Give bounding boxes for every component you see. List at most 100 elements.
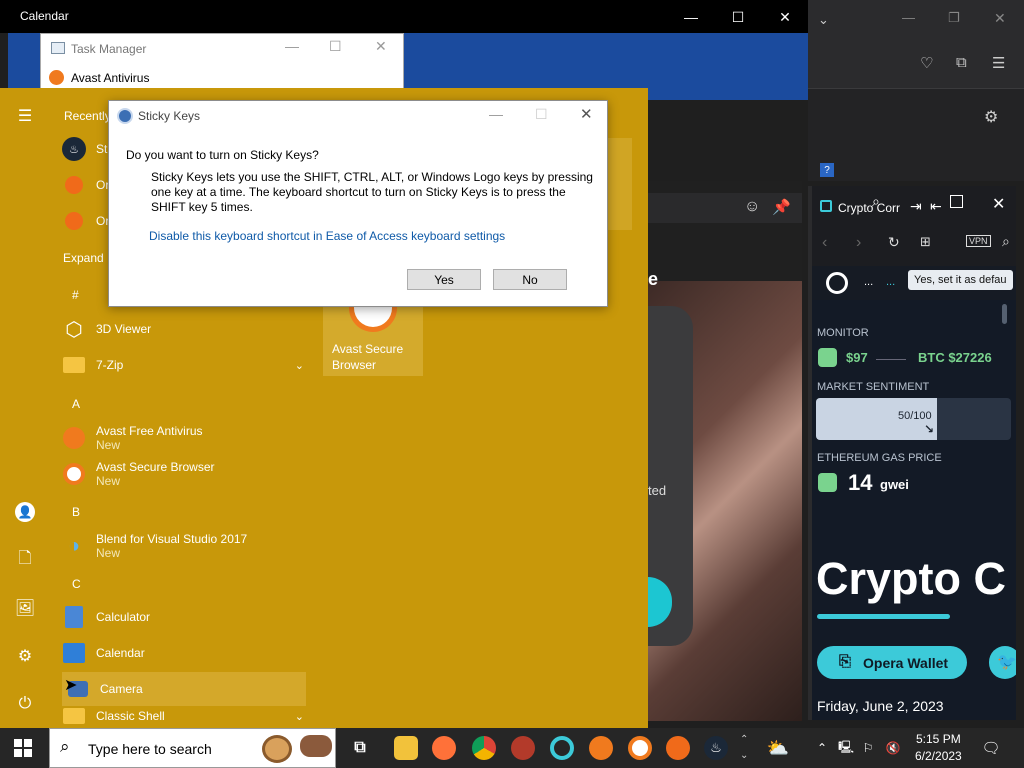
tile-label-line1: Avast Secure xyxy=(332,342,404,356)
task-manager-item[interactable]: Avast Antivirus xyxy=(71,71,149,85)
calendar-minimize-button[interactable]: — xyxy=(668,4,714,30)
yes-button[interactable]: Yes xyxy=(407,269,481,290)
calendar-icon xyxy=(62,641,86,665)
new-badge: New xyxy=(96,546,121,560)
app-camera[interactable]: Camera xyxy=(62,672,306,706)
app-calculator[interactable]: Calculator xyxy=(62,600,312,634)
emoji-icon[interactable]: ☺ xyxy=(744,198,760,216)
crypto-header: Crypto Corr ⌕ ⇥ ⇤ ✕ xyxy=(812,186,1016,222)
letter-header-a[interactable]: A xyxy=(72,397,80,411)
set-default-button[interactable]: Yes, set it as defau xyxy=(908,270,1013,290)
app-classic-shell[interactable]: Classic Shell ⌄ xyxy=(62,704,304,728)
app-blend[interactable]: ◑ Blend for Visual Studio 2017 New xyxy=(62,526,312,566)
windows-start-button[interactable] xyxy=(14,739,32,757)
tray-overflow-icon[interactable]: ⌃ xyxy=(814,728,830,768)
settings-gear-icon[interactable]: ⚙ xyxy=(984,107,998,127)
restore-icon[interactable]: ❐ xyxy=(948,10,960,26)
hamburger-menu-icon[interactable]: ☰ xyxy=(15,106,35,126)
chevron-down-icon[interactable]: ⌄ xyxy=(818,12,829,28)
avast-icon xyxy=(49,70,64,85)
dialog-minimize-button[interactable]: — xyxy=(489,106,503,122)
tray-device-icon[interactable]: ⚐ xyxy=(860,728,876,768)
minimize-icon[interactable]: — xyxy=(902,10,915,25)
taskbar-clock[interactable]: 5:15 PM 6/2/2023 xyxy=(906,730,970,766)
monitor-label: MONITOR xyxy=(817,327,869,339)
app-calendar[interactable]: Calendar xyxy=(62,636,312,670)
help-icon[interactable]: ? xyxy=(820,163,834,177)
extensions-icon[interactable]: ⧉ xyxy=(956,54,967,71)
chevron-down-icon[interactable]: ⌄ xyxy=(295,710,304,723)
app-3d-viewer[interactable]: ⬡ 3D Viewer xyxy=(62,312,312,346)
reload-icon[interactable]: ↻ xyxy=(888,234,900,251)
task-manager-maximize-button[interactable]: ☐ xyxy=(329,38,342,55)
dialog-close-button[interactable]: ✕ xyxy=(580,105,593,123)
close-icon[interactable]: ✕ xyxy=(994,10,1006,27)
letter-header-c[interactable]: C xyxy=(72,577,81,591)
steam-taskbar-icon[interactable]: ♨ xyxy=(704,736,728,760)
calendar-close-button[interactable]: ✕ xyxy=(762,4,808,30)
ellipsis-2[interactable]: ... xyxy=(886,276,895,288)
calendar-titlebar[interactable]: Calendar — ☐ ✕ xyxy=(0,0,808,33)
back-panel-icon[interactable]: ⇤ xyxy=(930,198,942,215)
task-manager-close-button[interactable]: ✕ xyxy=(375,38,387,55)
tabs-grid-icon[interactable]: ⊞ xyxy=(920,234,931,250)
task-view-icon[interactable]: ⧉ xyxy=(348,736,372,760)
crypto-tab-title[interactable]: Crypto Corr xyxy=(838,201,900,215)
network-icon[interactable]: 🖳 xyxy=(838,728,854,768)
origin-taskbar-icon[interactable] xyxy=(666,736,690,760)
menu-icon[interactable]: ☰ xyxy=(992,54,1005,72)
letter-header-hash[interactable]: # xyxy=(72,288,79,302)
letter-header-b[interactable]: B xyxy=(72,505,80,519)
wallet-icon: ⎘ xyxy=(839,653,852,670)
app-avast-secure-browser[interactable]: Avast Secure Browser New xyxy=(62,454,312,494)
chrome-icon[interactable] xyxy=(472,736,496,760)
opera-address-bar: ☺ 📌 xyxy=(648,193,802,223)
user-account-icon[interactable]: 👤 xyxy=(15,502,35,522)
pictures-icon[interactable]: 🖼 xyxy=(15,598,35,618)
documents-icon[interactable]: 🗋 xyxy=(15,550,35,570)
opera-wallet-button[interactable]: ⎘ Opera Wallet xyxy=(817,646,967,679)
task-manager-window[interactable]: Task Manager — ☐ ✕ Avast Antivirus xyxy=(40,33,404,89)
weather-icon[interactable]: ⛅ xyxy=(766,736,790,760)
avast-taskbar-icon[interactable] xyxy=(589,736,613,760)
calendar-maximize-button[interactable]: ☐ xyxy=(715,4,761,30)
volume-muted-icon[interactable]: 🔇 xyxy=(882,728,904,768)
dialog-maximize-button: ☐ xyxy=(535,106,548,122)
pin-icon[interactable]: 📌 xyxy=(772,198,791,216)
pin-panel-icon[interactable]: ⇥ xyxy=(910,198,922,215)
clock-date: 6/2/2023 xyxy=(915,749,962,763)
search-icon-2[interactable]: ⌕ xyxy=(1002,233,1010,250)
twitter-button[interactable]: 🐦 xyxy=(989,646,1016,679)
notifications-icon[interactable]: 🗨 xyxy=(978,728,1004,768)
disable-shortcut-link[interactable]: Disable this keyboard shortcut in Ease o… xyxy=(149,229,505,243)
opera-gx-icon[interactable] xyxy=(550,736,574,760)
app-avast-free-antivirus[interactable]: Avast Free Antivirus New xyxy=(62,418,312,458)
search-icon[interactable]: ⌕ xyxy=(872,193,880,210)
no-button[interactable]: No xyxy=(493,269,567,290)
maximize-panel-icon[interactable] xyxy=(950,195,963,208)
settings-icon[interactable]: ⚙ xyxy=(15,646,35,666)
opera-main-content: ☺ 📌 e ted xyxy=(648,181,802,721)
firefox-icon[interactable] xyxy=(432,736,456,760)
avast-browser-taskbar-icon[interactable] xyxy=(628,736,652,760)
file-explorer-icon[interactable] xyxy=(394,736,418,760)
forward-arrow-icon[interactable]: › xyxy=(856,234,861,252)
back-arrow-icon[interactable]: ‹ xyxy=(822,234,827,252)
taskbar-search-box[interactable]: ⌕ Type here to search xyxy=(49,728,336,768)
gas-label: ETHEREUM GAS PRICE xyxy=(817,452,942,464)
twitter-icon: 🐦 xyxy=(997,654,1016,671)
taskbar-scroll-arrows[interactable]: ⌃ ⌄ xyxy=(740,732,748,764)
game-app-icon[interactable] xyxy=(511,736,535,760)
scrollbar[interactable] xyxy=(1002,304,1007,324)
dialog-title: Sticky Keys xyxy=(138,109,201,123)
page-text-fragment: ted xyxy=(648,483,667,498)
chevron-down-icon[interactable]: ⌄ xyxy=(295,359,304,372)
expand-link[interactable]: Expand xyxy=(63,251,104,265)
monitor-value-left: $97 xyxy=(846,350,868,365)
pocket-icon[interactable]: ♡ xyxy=(920,54,933,72)
close-panel-icon[interactable]: ✕ xyxy=(992,194,1005,214)
power-icon[interactable]: ⏻ xyxy=(15,694,35,714)
vpn-badge[interactable]: VPN xyxy=(966,235,991,247)
task-manager-minimize-button[interactable]: — xyxy=(285,38,299,54)
app-7zip[interactable]: 7-Zip ⌄ xyxy=(62,348,304,382)
